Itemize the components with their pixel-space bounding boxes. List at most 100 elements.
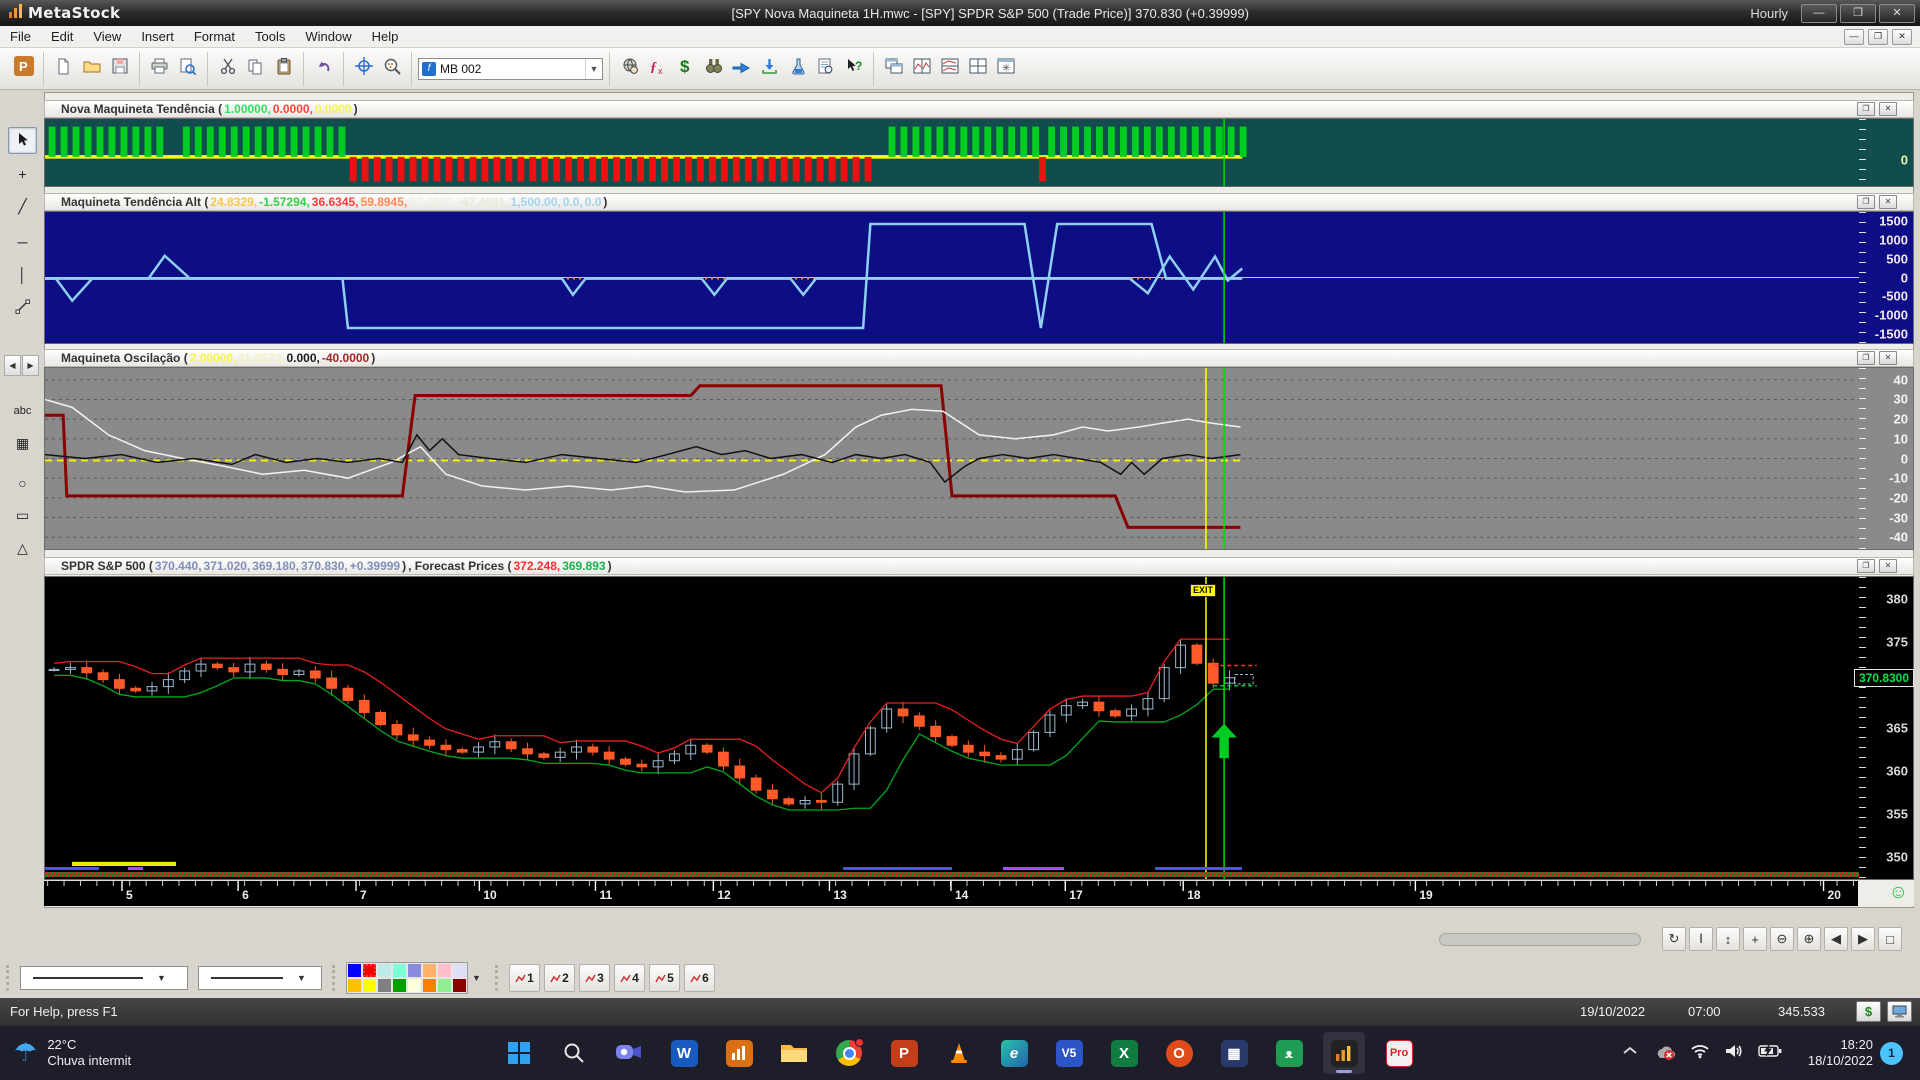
line-style-select[interactable]: ▼ [20,966,188,990]
mdi-minimize-button[interactable]: — [1844,28,1864,45]
line-study-tool[interactable] [8,294,37,321]
taskbar-metastock-icon[interactable] [1323,1032,1365,1074]
tile-grid-button[interactable] [964,55,991,82]
taskbar-visual-studio-icon[interactable]: V5 [1048,1032,1090,1074]
save-button[interactable] [106,55,133,82]
color-swatch[interactable] [452,978,467,993]
report-button[interactable] [812,55,839,82]
color-swatch[interactable] [422,978,437,993]
scroll-left-button[interactable]: ◀ [4,355,21,376]
fit-vertical-button[interactable]: ↕ [1716,927,1740,951]
color-swatch[interactable] [377,963,392,978]
taskbar-excel-icon[interactable]: X [1103,1032,1145,1074]
menu-format[interactable]: Format [184,27,245,46]
menu-edit[interactable]: Edit [41,27,83,46]
zoom-box-button[interactable] [378,55,405,82]
tile-horizontal-button[interactable] [908,55,935,82]
color-swatch[interactable] [407,978,422,993]
layout-template-select[interactable]: f MB 002 ▼ [418,57,603,80]
triangle-tool[interactable]: △ [8,535,37,562]
taskbar-search-icon[interactable] [553,1032,595,1074]
zoom-in-button[interactable]: ⊕ [1797,927,1821,951]
text-tool[interactable]: abc [8,397,37,424]
stop-button[interactable]: □ [1878,927,1902,951]
menu-tools[interactable]: Tools [245,27,295,46]
color-swatch[interactable] [437,963,452,978]
chart-horizontal-scrollbar[interactable] [1439,933,1641,946]
color-swatch[interactable] [347,963,362,978]
notification-badge[interactable]: 1 [1880,1041,1903,1065]
color-swatch[interactable] [422,963,437,978]
chevron-down-icon[interactable]: ▼ [585,58,602,79]
horizontal-line-tool[interactable]: ─ [8,228,37,255]
powerbar-button[interactable]: P [10,55,37,82]
rectangle-tool[interactable]: ▭ [8,502,37,529]
taskbar-chat-icon[interactable] [608,1032,650,1074]
taskbar-powerpoint-icon[interactable]: P [883,1032,925,1074]
expert-advisor-button[interactable]: $ [672,55,699,82]
panel-header-0[interactable]: Nova Maquineta Tendência (1.00000, 0.0000… [44,100,1914,118]
workspace-gear-button[interactable]: ✳ [992,55,1019,82]
plot-area-0[interactable] [45,119,1859,186]
ellipse-tool[interactable]: ○ [8,469,37,496]
panel-close-button[interactable]: ✕ [1879,195,1897,209]
cut-button[interactable] [214,55,241,82]
trendline-tool[interactable]: ╱ [8,193,37,220]
vertical-line-tool[interactable]: │ [8,261,37,288]
line-weight-select[interactable]: ▼ [198,966,322,990]
volume-icon[interactable] [1724,1043,1744,1064]
taskbar-file-explorer-icon[interactable] [773,1032,815,1074]
chart-template-3-button[interactable]: 3 [578,964,610,992]
zoom-out-button[interactable]: ⊖ [1770,927,1794,951]
next-chart-button[interactable]: ▶ [1851,927,1875,951]
plot-area-2[interactable] [45,368,1859,549]
menu-help[interactable]: Help [362,27,409,46]
color-swatch[interactable] [392,963,407,978]
color-swatch[interactable] [437,978,452,993]
menu-window[interactable]: Window [295,27,361,46]
panel-close-button[interactable]: ✕ [1879,559,1897,573]
copy-button[interactable] [242,55,269,82]
downloader-button[interactable] [756,55,783,82]
chevron-down-icon[interactable]: ▼ [153,973,170,983]
print-preview-button[interactable] [174,55,201,82]
plot-area-1[interactable] [45,212,1859,343]
panel-close-button[interactable]: ✕ [1879,102,1897,116]
expert-smiley-icon[interactable]: ☺ [1889,883,1908,903]
panel-header-3[interactable]: SPDR S&P 500 (370.440, 371.020, 369.180, 37… [44,557,1914,575]
grid-tool[interactable]: ▦ [8,430,37,457]
cascade-button[interactable] [880,55,907,82]
chart-template-4-button[interactable]: 4 [613,964,645,992]
color-swatch[interactable] [452,963,467,978]
chart-template-5-button[interactable]: 5 [648,964,680,992]
mdi-restore-button[interactable]: ❐ [1868,28,1888,45]
undo-button[interactable] [310,55,337,82]
taskbar-metastock-charts-icon[interactable] [718,1032,760,1074]
chart-template-6-button[interactable]: 6 [683,964,715,992]
y-axis-0[interactable]: 0 [1859,119,1913,186]
data-explorer-button[interactable] [616,55,643,82]
scroll-right-button[interactable]: ▶ [22,355,39,376]
paste-button[interactable] [270,55,297,82]
y-axis-2[interactable]: 40 30 20 10 0 -10 -20 -30 -40 [1859,368,1913,549]
pan-button[interactable]: + [1743,927,1767,951]
mdi-close-button[interactable]: ✕ [1892,28,1912,45]
color-swatch[interactable] [377,978,392,993]
x-axis[interactable]: 5 6 7 10 11 12 13 14 17 18 19 20 [44,880,1858,906]
panel-restore-button[interactable]: ❐ [1857,102,1875,116]
menu-insert[interactable]: Insert [131,27,184,46]
color-swatch[interactable] [407,963,422,978]
dollar-button[interactable]: $ [1856,1001,1881,1022]
panel-restore-button[interactable]: ❐ [1857,195,1875,209]
palette-dropdown-icon[interactable]: ▼ [468,973,485,983]
taskbar-word-icon[interactable]: W [663,1032,705,1074]
prev-chart-button[interactable]: ◀ [1824,927,1848,951]
taskbar-clock[interactable]: 18:20 18/10/2022 [1793,1037,1873,1069]
restore-button[interactable]: ❐ [1840,3,1876,23]
panel-restore-button[interactable]: ❐ [1857,351,1875,365]
taskbar-start-icon[interactable] [498,1032,540,1074]
taskbar-vlc-icon[interactable] [938,1032,980,1074]
chart-template-2-button[interactable]: 2 [543,964,575,992]
weather-widget[interactable]: ☂ 22°C Chuva intermit [14,1037,131,1069]
wifi-icon[interactable] [1690,1043,1710,1064]
